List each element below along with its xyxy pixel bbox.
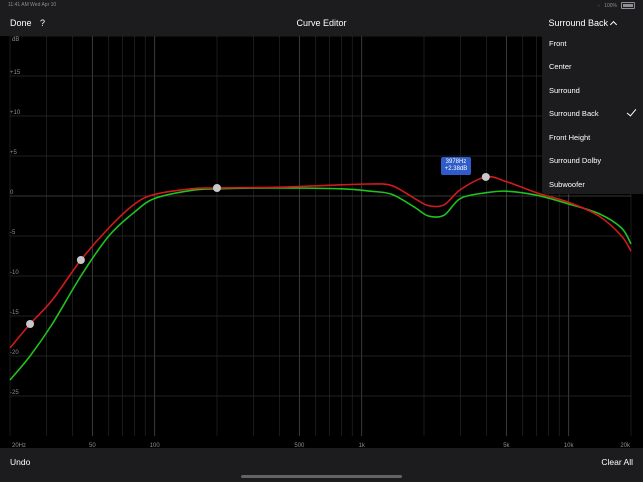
menu-item-front[interactable]: Front <box>542 34 643 56</box>
wifi-icon: ◌ <box>597 2 601 9</box>
page-title: Curve Editor <box>296 18 347 28</box>
control-point-handle[interactable] <box>76 256 85 264</box>
y-tick-label: -5 <box>10 230 16 236</box>
menu-item-subwoofer[interactable]: Subwoofer <box>542 175 643 197</box>
y-tick-label: -25 <box>10 390 19 396</box>
graph-grid <box>9 36 632 436</box>
menu-item-center[interactable]: Center <box>542 57 643 79</box>
point-tooltip: 3978Hz +2.38dB <box>441 157 471 175</box>
menu-item-surround-dolby[interactable]: Surround Dolby <box>542 151 643 173</box>
undo-button[interactable]: Undo <box>10 457 30 467</box>
output-selector-button[interactable]: Surround Back <box>548 18 618 28</box>
status-time: 11:41 AM Wed Apr 10 <box>8 2 57 8</box>
y-tick-label: +10 <box>10 110 21 116</box>
y-tick-label: 0 <box>10 190 14 196</box>
y-tick-label: -20 <box>10 350 19 356</box>
battery-icon <box>621 2 635 9</box>
home-indicator <box>241 475 402 478</box>
bottom-toolbar: Undo Clear All <box>0 448 643 482</box>
clear-all-button[interactable]: Clear All <box>601 457 633 467</box>
tooltip-gain: +2.38dB <box>444 166 468 172</box>
chevron-up-icon <box>609 20 618 28</box>
navigation-bar: Done ? Curve Editor Surround Back <box>0 10 643 36</box>
status-right: ◌ 100% <box>597 2 635 9</box>
control-point-handle[interactable] <box>26 320 35 328</box>
output-dropdown-menu: Front Center Surround Surround Back Fron… <box>542 34 643 194</box>
checkmark-icon <box>626 106 637 117</box>
menu-item-surround-back[interactable]: Surround Back <box>542 104 643 126</box>
y-tick-label: -15 <box>10 310 19 316</box>
output-selector-label: Surround Back <box>548 18 608 28</box>
menu-item-surround[interactable]: Surround <box>542 81 643 103</box>
status-bar: 11:41 AM Wed Apr 10 ◌ 100% <box>0 0 643 10</box>
tooltip-frequency: 3978Hz <box>445 159 467 165</box>
menu-item-front-height[interactable]: Front Height <box>542 128 643 150</box>
measured-curve <box>9 187 632 381</box>
control-point-handle[interactable] <box>481 172 490 181</box>
target-curve <box>9 175 632 349</box>
y-tick-label: +5 <box>10 150 18 156</box>
y-tick-label: -10 <box>10 270 19 276</box>
battery-percent: 100% <box>604 2 617 9</box>
y-axis-unit: dB <box>12 37 19 43</box>
control-point-handle[interactable] <box>213 184 221 192</box>
y-tick-label: +15 <box>10 70 21 76</box>
